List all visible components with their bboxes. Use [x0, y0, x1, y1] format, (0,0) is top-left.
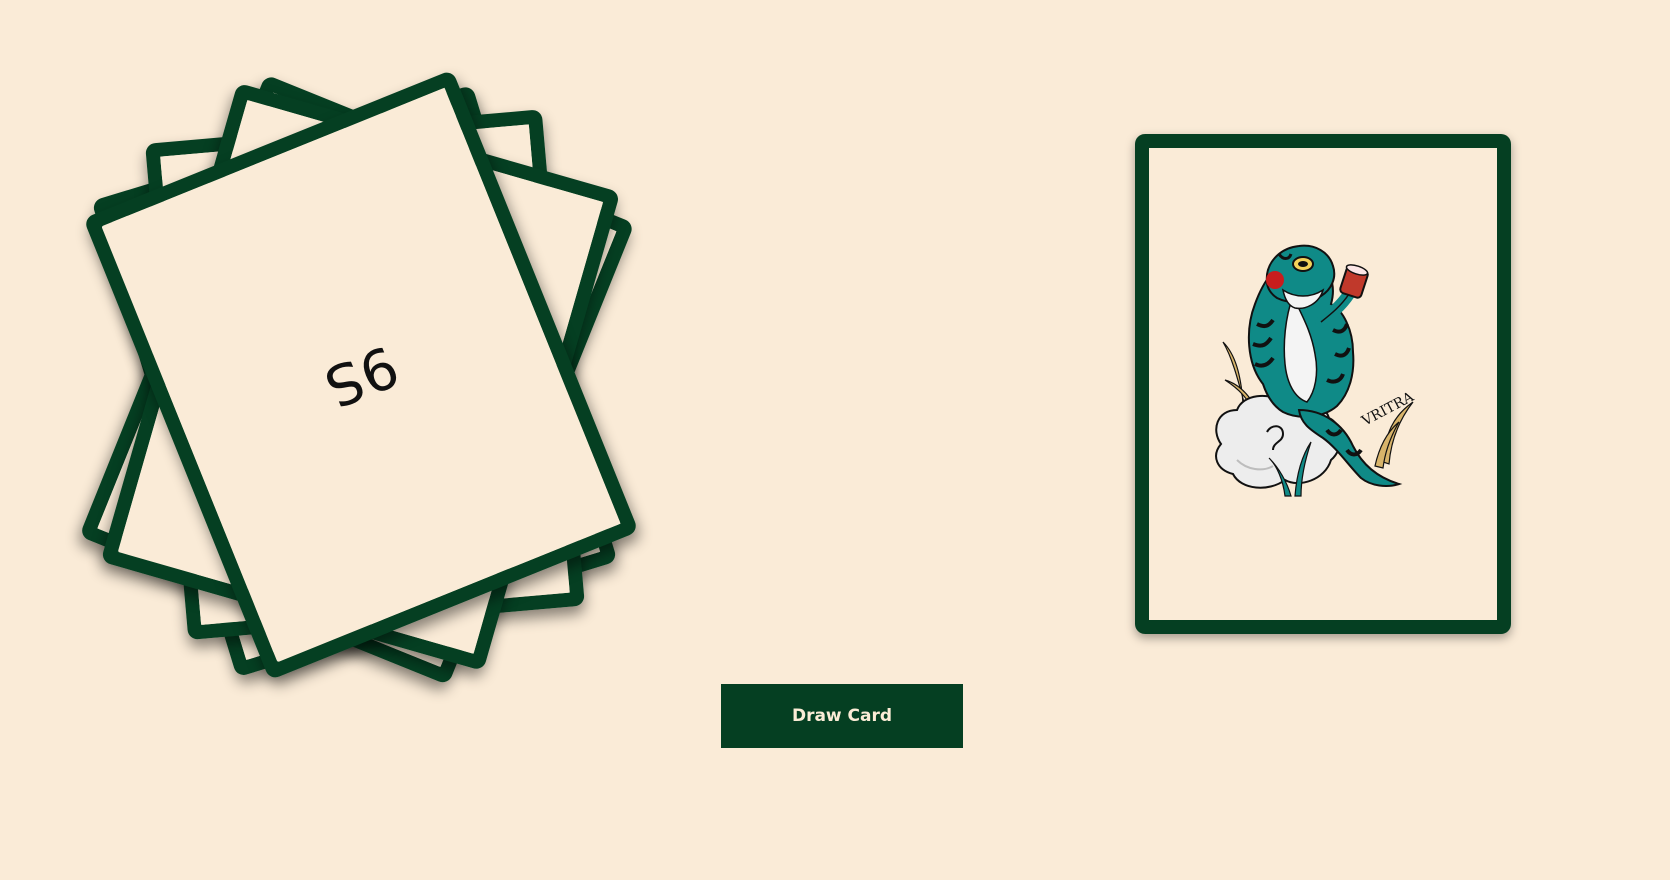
draw-card-button[interactable]: Draw Card — [721, 684, 963, 748]
drawn-card: VRITRA — [1135, 134, 1511, 634]
card-deck-pile[interactable]: 9S — [0, 0, 720, 720]
game-table: 9S VRITRA Draw Card — [0, 0, 1670, 880]
card-value-text: 9S — [314, 331, 408, 419]
frog-tattoo-icon: VRITRA — [1215, 244, 1417, 497]
drawn-card-face: VRITRA — [1149, 148, 1497, 620]
